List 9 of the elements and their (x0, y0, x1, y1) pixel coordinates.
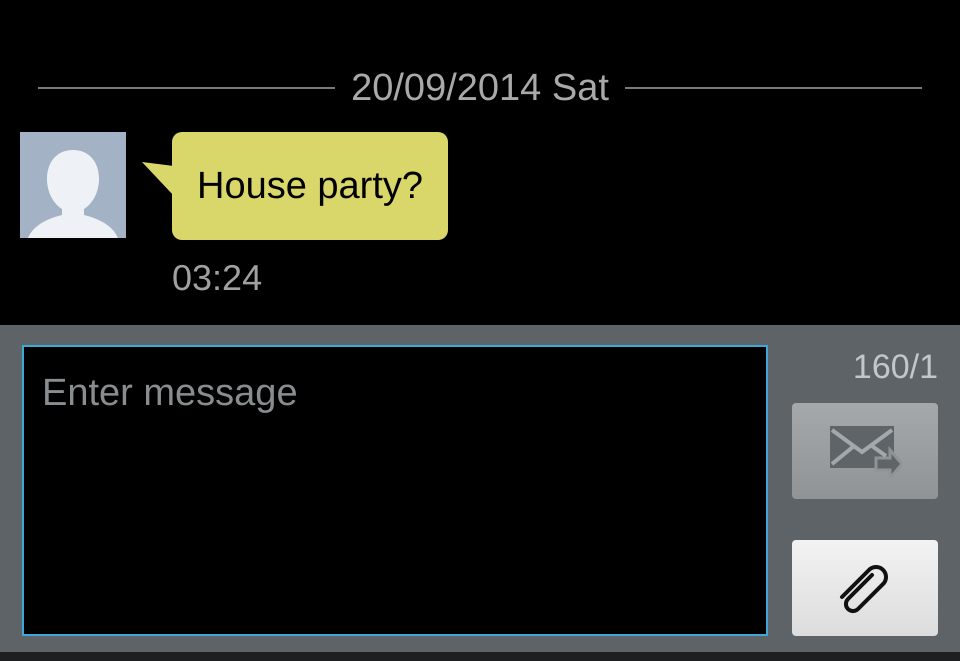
message-field[interactable]: Enter message (22, 345, 768, 636)
bubble-tail-icon (142, 162, 174, 196)
avatar-icon (20, 132, 126, 238)
date-divider: 20/09/2014 Sat (351, 66, 609, 111)
character-counter: 160/1 (852, 347, 938, 388)
attach-button[interactable] (792, 540, 938, 636)
send-message-icon (828, 424, 902, 478)
message-bubble: House party? (172, 132, 448, 240)
message-time: 03:24 (172, 256, 262, 300)
